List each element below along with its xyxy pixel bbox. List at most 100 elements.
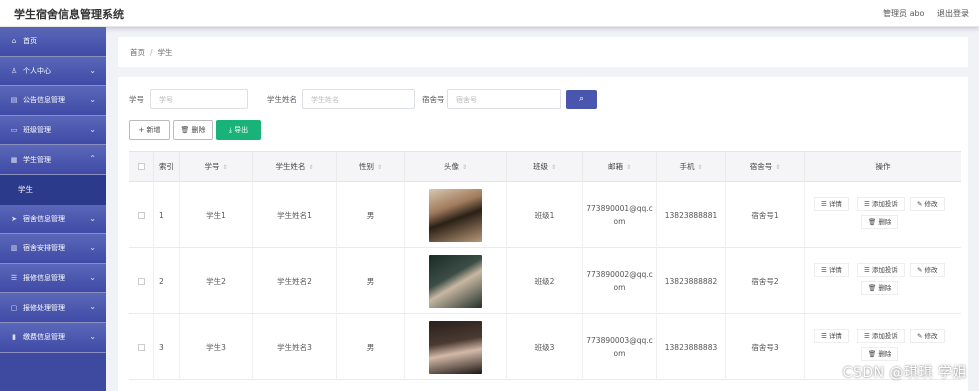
- add-button[interactable]: + 新增: [129, 120, 170, 140]
- header-label: 班级: [532, 162, 548, 171]
- sidebar-item-label: 缴费信息管理: [23, 333, 65, 342]
- sidebar-item-students[interactable]: ▦ 学生管理 ⌃: [0, 145, 106, 175]
- chart-icon: ▮: [12, 333, 16, 342]
- sidebar-item-label: 学生: [18, 185, 33, 195]
- breadcrumb-home[interactable]: 首页: [130, 48, 145, 57]
- sort-icon: ⇕: [308, 164, 314, 171]
- chevron-up-icon: ⌃: [89, 154, 96, 164]
- header-phone[interactable]: 手机 ⇕: [657, 152, 726, 182]
- select-all-cell[interactable]: [129, 152, 154, 182]
- dorm-no-label: 宿舍号: [422, 95, 445, 104]
- cell-avatar: [405, 182, 507, 248]
- search-icon: ⌕: [578, 94, 585, 104]
- add-complaint-button[interactable]: ☰ 添加投诉: [857, 263, 905, 277]
- student-no-input[interactable]: 学号: [150, 89, 248, 109]
- cell-dorm-no: 宿舍号3: [726, 314, 805, 380]
- sidebar-item-home[interactable]: ⌂ 首页: [0, 27, 106, 57]
- sidebar-item-repair-info[interactable]: ☰ 报修信息管理 ⌄: [0, 263, 106, 294]
- edit-button[interactable]: ✎ 修改: [910, 197, 945, 211]
- sidebar-item-classes[interactable]: ▭ 班级管理 ⌄: [0, 115, 106, 146]
- header-email[interactable]: 邮箱 ⇕: [583, 152, 657, 182]
- sort-icon: ⇕: [376, 164, 383, 171]
- cell-dorm-no: 宿舍号1: [726, 182, 805, 248]
- chevron-down-icon: ⌄: [89, 124, 96, 134]
- header-student-no[interactable]: 学号 ⇕: [180, 152, 253, 182]
- row-checkbox[interactable]: [137, 211, 145, 219]
- list-icon: ▥: [10, 244, 18, 253]
- cell-phone: 13823888883: [657, 314, 726, 380]
- table-header: 索引 学号 ⇕ 学生姓名 ⇕ 性别 ⇕ 头像 ⇕ 班级 ⇕ 邮箱 ⇕ 手机 ⇕ 宿舍号 ⇕ 操作: [129, 152, 961, 182]
- home-icon: ⌂: [11, 37, 17, 46]
- sidebar: ⌂ 首页 ♙ 个人中心 ⌄ ▤ 公告信息管理 ⌄ ▭ 班级管理 ⌄ ▦ 学生管理 ⌃ 学生 ➤ 宿舍…: [0, 27, 106, 391]
- table-row: 3 学生3 学生姓名3 男 班级3 773890003@qq.c om 13823…: [129, 314, 961, 380]
- cell-email: 773890002@qq.c om: [583, 248, 657, 314]
- filter-bar: 学号 学号 学生姓名 学生姓名 宿舍号 宿舍号 ⌕: [129, 89, 729, 109]
- row-checkbox-cell[interactable]: [129, 314, 154, 380]
- header-label: 头像: [443, 162, 459, 171]
- sidebar-item-profile[interactable]: ♙ 个人中心 ⌄: [0, 56, 106, 87]
- avatar-image[interactable]: [429, 320, 482, 374]
- row-checkbox[interactable]: [137, 277, 145, 285]
- sidebar-item-payment[interactable]: ▮ 缴费信息管理 ⌄: [0, 322, 106, 353]
- email-line: 773890003@qq.c: [586, 336, 653, 345]
- delete-row-button[interactable]: 🗑 删除: [861, 347, 899, 361]
- cell-student-no: 学生3: [180, 314, 253, 380]
- edit-button[interactable]: ✎ 修改: [910, 329, 945, 343]
- detail-button[interactable]: ☰ 详情: [814, 329, 849, 343]
- cell-student-name: 学生姓名3: [253, 314, 337, 380]
- table-row: 1 学生1 学生姓名1 男 班级1 773890001@qq.c om 13823…: [129, 182, 961, 248]
- detail-button[interactable]: ☰ 详情: [814, 197, 849, 211]
- row-checkbox-cell[interactable]: [129, 248, 154, 314]
- email-line: 773890002@qq.c: [586, 270, 653, 279]
- sidebar-item-dorm-info[interactable]: ➤ 宿舍信息管理 ⌄: [0, 204, 106, 235]
- cell-avatar: [405, 314, 507, 380]
- detail-button[interactable]: ☰ 详情: [814, 263, 849, 277]
- email-line: 773890001@qq.c: [586, 204, 653, 213]
- delete-row-button[interactable]: 🗑 删除: [861, 281, 899, 295]
- cell-student-name: 学生姓名2: [253, 248, 337, 314]
- cell-gender: 男: [337, 314, 405, 380]
- bars-icon: ☰: [10, 274, 18, 283]
- sort-icon: ⇕: [697, 164, 703, 171]
- header-student-name[interactable]: 学生姓名 ⇕: [253, 152, 337, 182]
- student-name-input[interactable]: 学生姓名: [302, 89, 415, 109]
- breadcrumb: 首页 / 学生: [118, 37, 968, 67]
- header-gender[interactable]: 性别 ⇕: [337, 152, 405, 182]
- dorm-no-input[interactable]: 宿舍号: [447, 89, 561, 109]
- header-index: 索引: [154, 152, 180, 182]
- cell-gender: 男: [337, 248, 405, 314]
- chevron-down-icon: ⌄: [89, 95, 96, 105]
- row-checkbox-cell[interactable]: [129, 182, 154, 248]
- app-title: 学生宿舍信息管理系统: [14, 8, 124, 21]
- header-dorm-no[interactable]: 宿舍号 ⇕: [726, 152, 805, 182]
- delete-row-button[interactable]: 🗑 删除: [861, 215, 899, 229]
- sidebar-item-notices[interactable]: ▤ 公告信息管理 ⌄: [0, 86, 106, 116]
- sidebar-item-student[interactable]: 学生: [0, 174, 106, 205]
- sort-icon: ⇕: [550, 164, 557, 171]
- delete-button[interactable]: 🗑 删除: [173, 120, 213, 140]
- sidebar-item-repair-handle[interactable]: ▢ 报修处理管理 ⌄: [0, 293, 106, 323]
- cell-student-name: 学生姓名1: [253, 182, 337, 248]
- header-label: 学号: [204, 162, 220, 171]
- student-name-label: 学生姓名: [267, 95, 297, 104]
- logout-link[interactable]: 退出登录: [937, 9, 969, 18]
- avatar-image[interactable]: [429, 188, 482, 242]
- header-avatar[interactable]: 头像 ⇕: [405, 152, 507, 182]
- cell-actions: ☰ 详情 ☰ 添加投诉 ✎ 修改 🗑 删除: [813, 248, 965, 314]
- cell-class: 班级1: [507, 182, 583, 248]
- chevron-down-icon: ⌄: [89, 331, 96, 341]
- user-icon: ♙: [10, 66, 18, 75]
- select-all-checkbox[interactable]: [137, 163, 145, 170]
- main-panel: 学号 学号 学生姓名 学生姓名 宿舍号 宿舍号 ⌕ + 新增 🗑 删除 ⤓ 导出…: [118, 77, 968, 391]
- email-line: om: [613, 283, 626, 292]
- row-checkbox[interactable]: [137, 343, 145, 351]
- avatar-image[interactable]: [429, 254, 482, 308]
- export-button[interactable]: ⤓ 导出: [216, 120, 261, 140]
- sidebar-item-dorm-arrange[interactable]: ▥ 宿舍安排管理 ⌄: [0, 234, 106, 264]
- add-complaint-button[interactable]: ☰ 添加投诉: [857, 197, 905, 211]
- add-complaint-button[interactable]: ☰ 添加投诉: [857, 329, 905, 343]
- admin-label[interactable]: 管理员 abo: [883, 9, 924, 18]
- header-class[interactable]: 班级 ⇕: [507, 152, 583, 182]
- edit-button[interactable]: ✎ 修改: [910, 263, 945, 277]
- search-button[interactable]: ⌕: [566, 90, 597, 109]
